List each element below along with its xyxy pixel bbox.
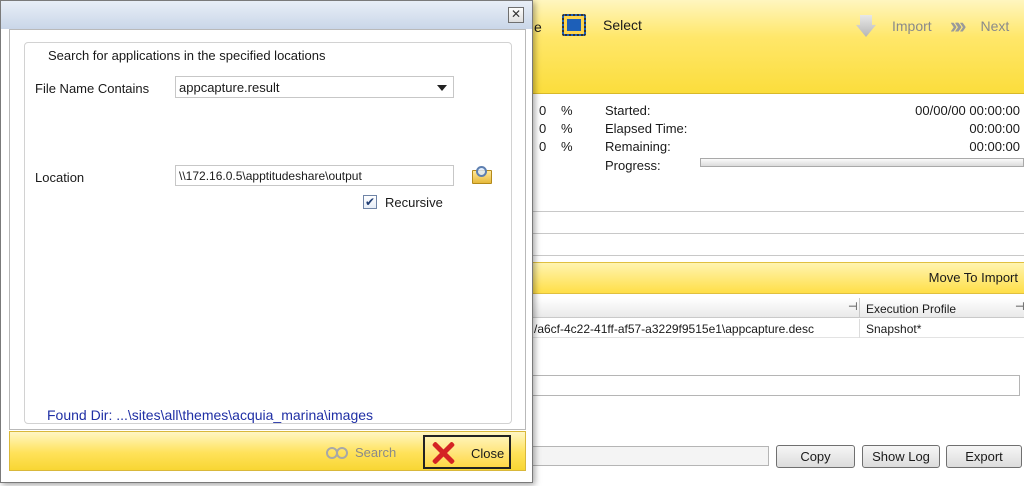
column-separator[interactable] <box>859 298 860 318</box>
move-to-import-bar: Move To Import <box>530 262 1024 294</box>
show-log-button[interactable]: Show Log <box>862 445 940 468</box>
file-name-label: File Name Contains <box>35 81 150 96</box>
pin-icon[interactable]: ⊣ <box>1015 300 1024 313</box>
row-path-cell: /a6cf-4c22-41ff-af57-a3229f9515e1\appcap… <box>534 322 814 336</box>
close-label: Close <box>471 446 505 461</box>
stat-value: 00:00:00 <box>969 139 1020 154</box>
grid-header: ⊣ Execution Profile ⊣ <box>530 298 1024 318</box>
stat-percent-value: 0 <box>539 103 547 118</box>
search-groupbox: Search for applications in the specified… <box>24 42 512 424</box>
dialog-body: Search for applications in the specified… <box>9 29 526 430</box>
stat-value: 00:00:00 <box>969 121 1020 136</box>
applications-grid: ⊣ Execution Profile ⊣ /a6cf-4c22-41ff-af… <box>530 298 1024 340</box>
location-input[interactable]: \\172.16.0.5\apptitudeshare\output <box>175 165 454 186</box>
stat-percent-sign: % <box>561 121 573 136</box>
progress-bar <box>700 158 1024 167</box>
close-button[interactable]: Close <box>423 435 511 469</box>
stat-row-started: 0 % Started: 00/00/00 00:00:00 <box>530 103 1024 121</box>
import-icon <box>856 15 876 37</box>
copy-button[interactable]: Copy <box>776 445 855 468</box>
search-button[interactable]: Search <box>326 440 396 464</box>
next-label: Next <box>980 18 1010 34</box>
import-label: Import <box>892 18 932 34</box>
row-execution-profile-cell: Snapshot* <box>866 322 922 336</box>
found-dir-status: Found Dir: ...\sites\all\themes\acquia_m… <box>47 407 374 423</box>
stat-percent-sign: % <box>561 139 573 154</box>
select-button[interactable]: Select <box>562 14 642 36</box>
close-icon[interactable]: ✕ <box>508 7 524 23</box>
export-button[interactable]: Export <box>946 445 1022 468</box>
recursive-label[interactable]: Recursive <box>385 195 443 210</box>
stat-row-remaining: 0 % Remaining: 00:00:00 <box>530 139 1024 157</box>
divider <box>530 211 1024 212</box>
stat-value: 00/00/00 00:00:00 <box>915 103 1020 118</box>
stat-percent-sign: % <box>561 103 573 118</box>
select-icon <box>562 14 586 36</box>
import-button[interactable]: Import <box>856 15 932 37</box>
progress-label: Progress: <box>605 158 661 173</box>
chevron-down-icon[interactable] <box>437 85 447 91</box>
dialog-titlebar[interactable]: ✕ <box>1 1 532 29</box>
column-header-execution-profile[interactable]: Execution Profile <box>866 302 956 316</box>
group-title: Search for applications in the specified… <box>45 48 329 63</box>
select-label: Select <box>603 17 642 33</box>
stat-label: Remaining: <box>605 139 671 154</box>
next-icon: »» <box>950 13 967 38</box>
progress-stats-panel: 0 % Started: 00/00/00 00:00:00 0 % Elaps… <box>530 100 1024 180</box>
divider <box>530 233 1024 234</box>
file-name-value: appcapture.result <box>179 80 280 95</box>
log-path-field[interactable] <box>530 446 769 466</box>
location-label: Location <box>35 170 85 185</box>
magnifier-icon <box>476 166 487 177</box>
column-separator <box>859 319 860 338</box>
move-to-import-button[interactable]: Move To Import <box>929 270 1018 285</box>
browse-folder-button[interactable] <box>471 165 493 187</box>
location-value: \\172.16.0.5\apptitudeshare\output <box>179 169 362 183</box>
toolbar-partial-label: e <box>534 19 542 35</box>
details-textbox[interactable] <box>530 375 1020 396</box>
stat-label: Elapsed Time: <box>605 121 688 136</box>
recursive-checkbox[interactable]: ✔ <box>363 195 377 209</box>
file-name-combo[interactable]: appcapture.result <box>175 76 454 98</box>
dialog-footer: Search Close <box>9 431 526 471</box>
stat-percent-value: 0 <box>539 139 547 154</box>
stat-label: Started: <box>605 103 651 118</box>
red-x-icon <box>431 441 455 465</box>
table-row[interactable]: /a6cf-4c22-41ff-af57-a3229f9515e1\appcap… <box>530 319 1024 338</box>
divider <box>530 255 1024 256</box>
stat-percent-value: 0 <box>539 121 547 136</box>
search-binoculars-icon <box>326 446 348 459</box>
next-button[interactable]: »» Next <box>950 13 1009 39</box>
search-label: Search <box>355 444 397 460</box>
pin-icon[interactable]: ⊣ <box>848 300 858 313</box>
stat-row-elapsed: 0 % Elapsed Time: 00:00:00 <box>530 121 1024 139</box>
search-applications-dialog: ✕ Search for applications in the specifi… <box>0 0 533 483</box>
